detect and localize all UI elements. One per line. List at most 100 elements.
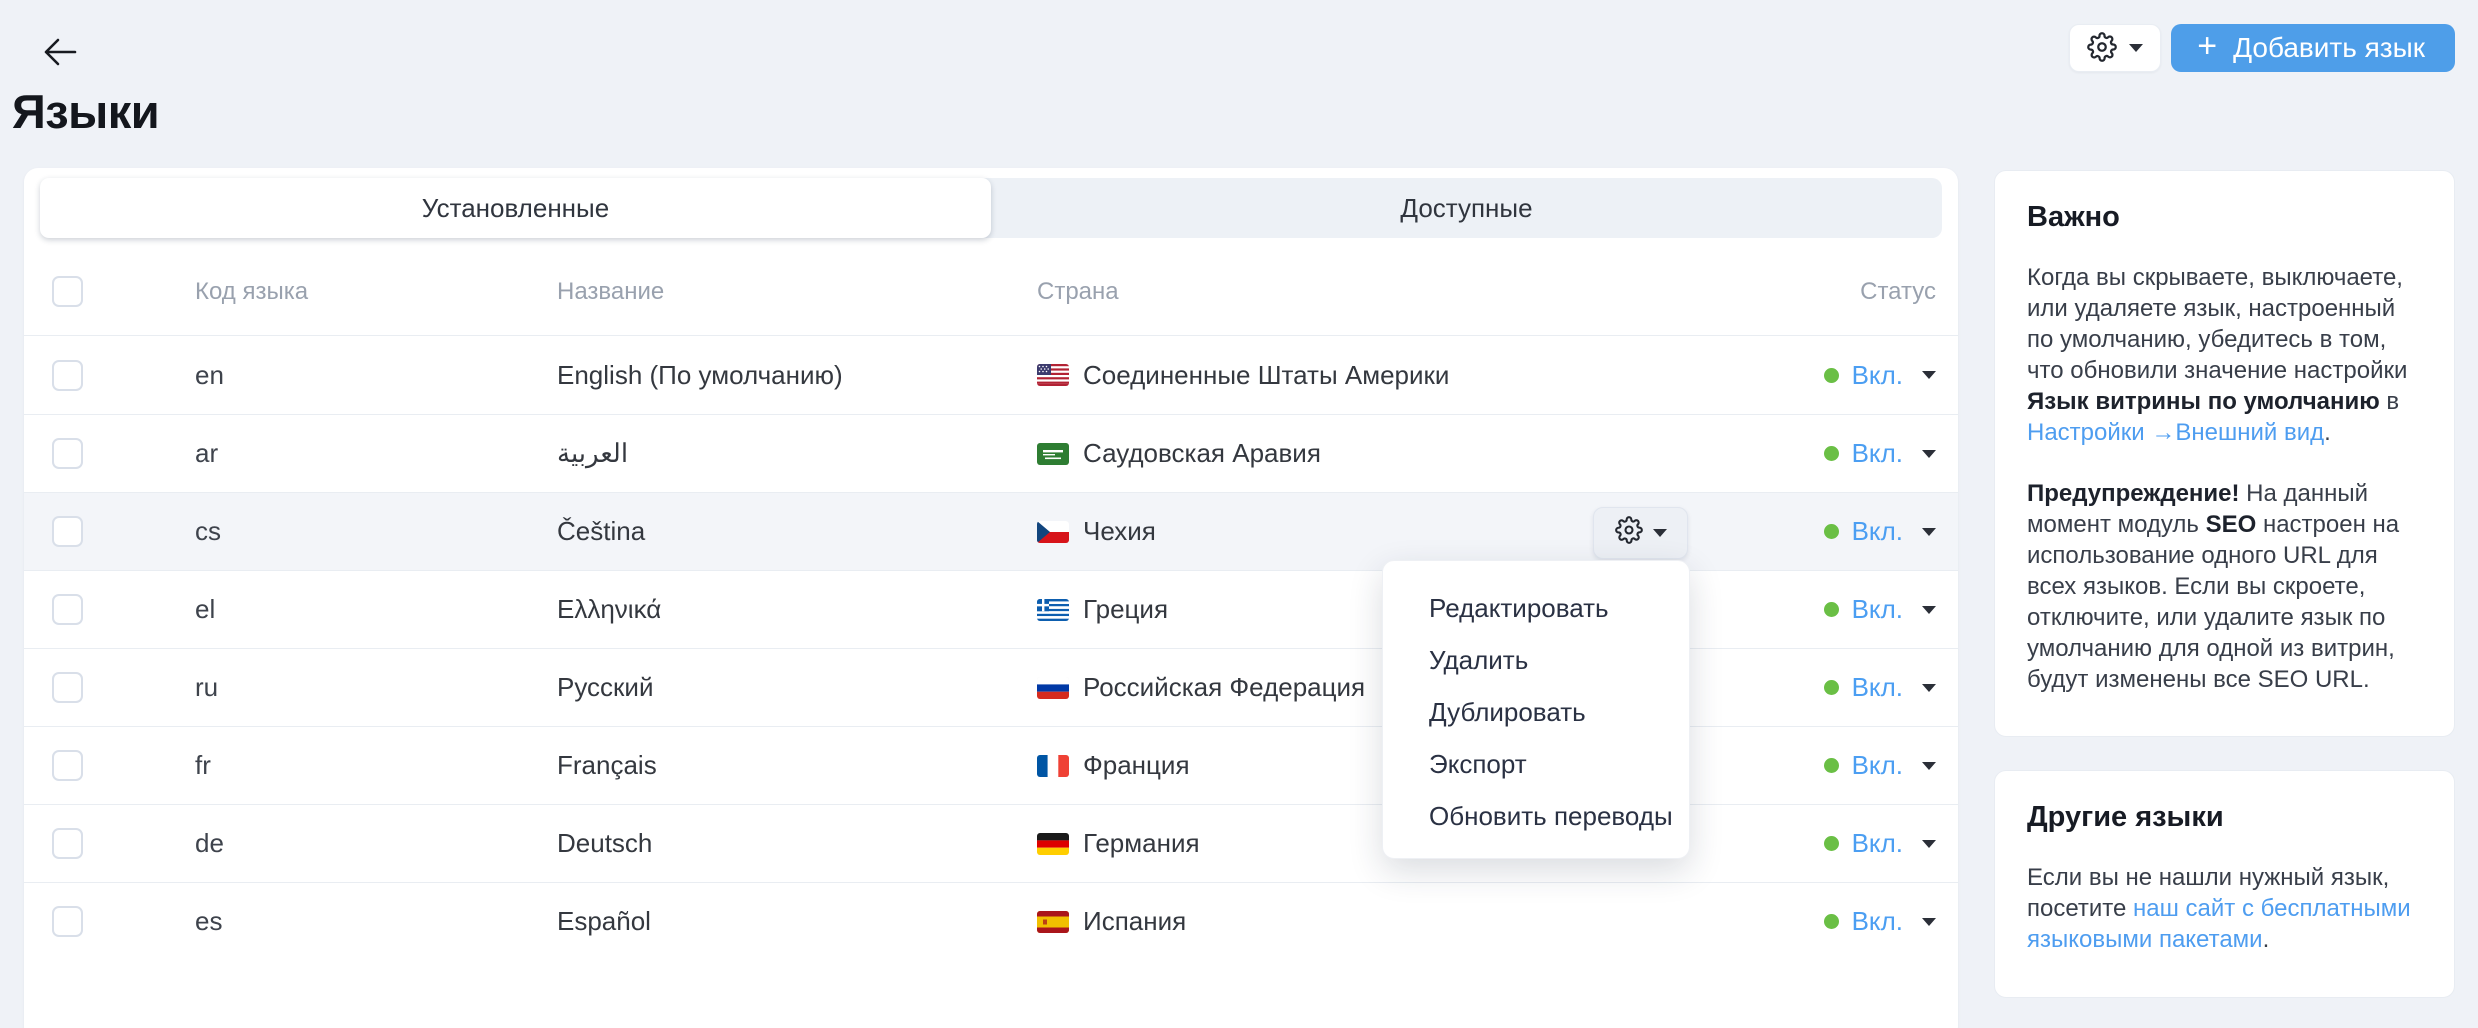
status-toggle[interactable]: Вкл.: [1706, 360, 1936, 391]
column-header-name: Название: [557, 278, 1037, 306]
row-checkbox[interactable]: [52, 828, 83, 859]
language-name-cell: Español: [557, 906, 1037, 937]
language-name-cell: Français: [557, 750, 1037, 781]
important-paragraph-1: Когда вы скрываете, выключаете, или удал…: [2027, 262, 2422, 448]
sidebar-text: Когда вы скрываете, выключаете, или удал…: [2027, 264, 2407, 384]
sidebar-bold-text: SEO: [2206, 511, 2257, 538]
status-toggle[interactable]: Вкл.: [1706, 828, 1936, 859]
status-label: Вкл.: [1852, 750, 1903, 781]
language-code-cell: ar: [195, 438, 557, 469]
sidebar-bold-text: Язык витрины по умолчанию: [2027, 388, 2380, 415]
column-header-code: Код языка: [195, 278, 557, 306]
sidebar-link[interactable]: Настройки →Внешний вид: [2027, 419, 2324, 446]
table-row[interactable]: cs Čeština Чехия Вкл.: [24, 492, 1958, 570]
plus-icon: +: [2197, 29, 2217, 63]
status-label: Вкл.: [1852, 438, 1903, 469]
context-menu-item[interactable]: Удалить: [1383, 634, 1689, 686]
tab-available[interactable]: Доступные: [991, 178, 1942, 238]
add-language-button[interactable]: + Добавить язык: [2171, 24, 2455, 72]
back-button[interactable]: [34, 26, 86, 78]
status-dot-icon: [1824, 758, 1839, 773]
status-toggle[interactable]: Вкл.: [1706, 438, 1936, 469]
row-checkbox[interactable]: [52, 516, 83, 547]
language-code-cell: de: [195, 828, 557, 859]
language-code-cell: ru: [195, 672, 557, 703]
status-toggle[interactable]: Вкл.: [1706, 594, 1936, 625]
status-chevron-down-icon: [1922, 606, 1936, 614]
column-header-status: Статус: [1706, 278, 1936, 306]
country-flag-icon: [1037, 911, 1069, 933]
country-name-cell: Саудовская Аравия: [1083, 438, 1321, 469]
status-dot-icon: [1824, 602, 1839, 617]
table-header: Код языка Название Страна Статус: [24, 238, 1958, 336]
country-name-cell: Греция: [1083, 594, 1168, 625]
sidebar-text: .: [2263, 926, 2270, 953]
tab-bar: Установленные Доступные: [40, 178, 1942, 238]
status-chevron-down-icon: [1922, 450, 1936, 458]
table-row[interactable]: es Español Испания Вкл.: [24, 882, 1958, 960]
status-dot-icon: [1824, 680, 1839, 695]
context-menu: РедактироватьУдалитьДублироватьЭкспортОб…: [1382, 560, 1690, 859]
gear-icon: [2087, 32, 2117, 65]
language-code-cell: es: [195, 906, 557, 937]
language-name-cell: English (По умолчанию): [557, 360, 1037, 391]
status-toggle[interactable]: Вкл.: [1706, 516, 1936, 547]
country-name-cell: Российская Федерация: [1083, 672, 1365, 703]
other-languages-title: Другие языки: [2027, 801, 2422, 834]
row-checkbox[interactable]: [52, 750, 83, 781]
context-menu-item[interactable]: Обновить переводы: [1383, 790, 1689, 842]
row-checkbox[interactable]: [52, 594, 83, 625]
row-settings-button[interactable]: [1593, 507, 1688, 559]
row-checkbox[interactable]: [52, 906, 83, 937]
status-dot-icon: [1824, 524, 1839, 539]
table-row[interactable]: ar العربية Саудовская Аравия Вкл.: [24, 414, 1958, 492]
status-toggle[interactable]: Вкл.: [1706, 672, 1936, 703]
table-row[interactable]: en English (По умолчанию) Соединенные Шт…: [24, 336, 1958, 414]
language-name-cell: العربية: [557, 438, 1037, 469]
country-flag-icon: [1037, 443, 1069, 465]
row-checkbox[interactable]: [52, 672, 83, 703]
context-menu-item[interactable]: Экспорт: [1383, 738, 1689, 790]
country-flag-icon: [1037, 833, 1069, 855]
country-name-cell: Чехия: [1083, 516, 1156, 547]
context-menu-item[interactable]: Редактировать: [1383, 582, 1689, 634]
country-name-cell: Соединенные Штаты Америки: [1083, 360, 1449, 391]
status-dot-icon: [1824, 446, 1839, 461]
country-name-cell: Германия: [1083, 828, 1200, 859]
country-flag-icon: [1037, 521, 1069, 543]
language-code-cell: en: [195, 360, 557, 391]
status-chevron-down-icon: [1922, 684, 1936, 692]
language-name-cell: Ελληνικά: [557, 594, 1037, 625]
country-flag-icon: [1037, 364, 1069, 386]
sidebar-text: .: [2324, 419, 2331, 446]
sidebar-text: в: [2380, 388, 2399, 415]
add-language-label: Добавить язык: [2233, 32, 2425, 64]
language-name-cell: Русский: [557, 672, 1037, 703]
arrow-left-icon: [41, 36, 79, 68]
country-flag-icon: [1037, 677, 1069, 699]
row-checkbox[interactable]: [52, 360, 83, 391]
language-code-cell: el: [195, 594, 557, 625]
country-name-cell: Испания: [1083, 906, 1186, 937]
status-chevron-down-icon: [1922, 918, 1936, 926]
status-label: Вкл.: [1852, 360, 1903, 391]
settings-menu-button[interactable]: [2069, 24, 2161, 72]
important-card: Важно Когда вы скрываете, выключаете, ил…: [1994, 170, 2455, 737]
context-menu-item[interactable]: Дублировать: [1383, 686, 1689, 738]
status-chevron-down-icon: [1922, 528, 1936, 536]
status-label: Вкл.: [1852, 516, 1903, 547]
sidebar-bold-text: Предупреждение!: [2027, 480, 2240, 507]
important-paragraph-2: Предупреждение! На данный момент модуль …: [2027, 478, 2422, 695]
status-toggle[interactable]: Вкл.: [1706, 750, 1936, 781]
country-flag-icon: [1037, 599, 1069, 621]
country-flag-icon: [1037, 755, 1069, 777]
select-all-checkbox[interactable]: [52, 276, 83, 307]
tab-installed[interactable]: Установленные: [40, 178, 991, 238]
row-checkbox[interactable]: [52, 438, 83, 469]
language-code-cell: cs: [195, 516, 557, 547]
status-toggle[interactable]: Вкл.: [1706, 906, 1936, 937]
language-name-cell: Deutsch: [557, 828, 1037, 859]
languages-page: Языки + Добавить язык Установленные Дост…: [0, 0, 2478, 1028]
status-dot-icon: [1824, 368, 1839, 383]
status-label: Вкл.: [1852, 672, 1903, 703]
